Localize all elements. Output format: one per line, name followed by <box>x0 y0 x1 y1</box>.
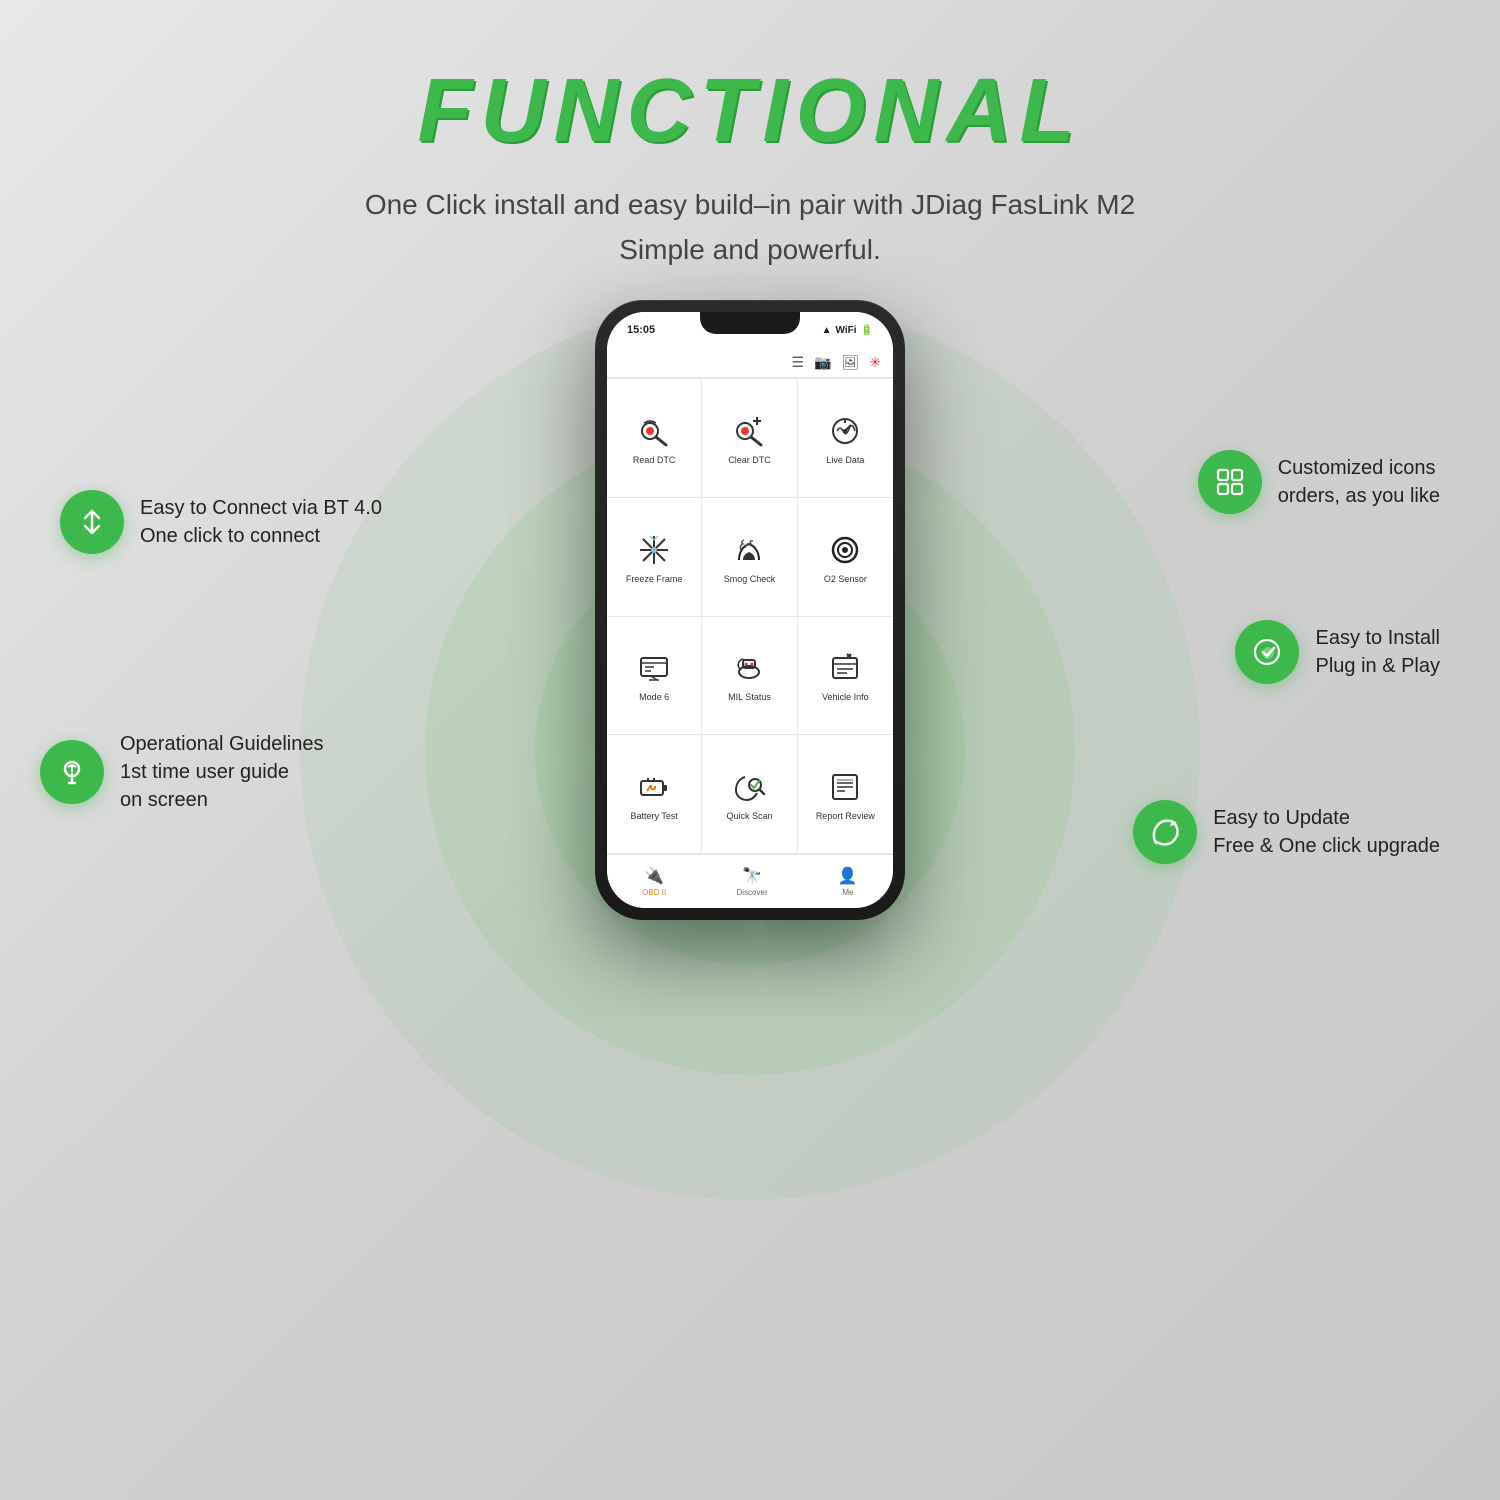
bt-bubble-circle <box>60 490 124 554</box>
guide-bubble-text: Operational Guidelines 1st time user gui… <box>120 730 323 814</box>
install-bubble-text: Easy to Install Plug in & Play <box>1315 624 1440 680</box>
report-review-label: Report Review <box>816 811 875 821</box>
clear-dtc-icon <box>729 411 769 451</box>
o2-sensor-label: O2 Sensor <box>824 574 867 584</box>
read-dtc-label: Read DTC <box>633 455 676 465</box>
mil-status-label: MIL Status <box>728 692 771 702</box>
smog-check-label: Smog Check <box>724 574 776 584</box>
report-review-icon <box>825 767 865 807</box>
feature-customize: Customized icons orders, as you like <box>1198 450 1440 514</box>
battery-test-label: Battery Test <box>630 811 677 821</box>
o2-sensor-icon <box>825 530 865 570</box>
video-icon[interactable]: 📷 <box>814 354 831 371</box>
status-time: 15:05 <box>627 324 655 336</box>
freeze-frame-label: Freeze Frame <box>626 574 683 584</box>
feature-bt: Easy to Connect via BT 4.0 One click to … <box>60 490 382 554</box>
app-cell-mil-status[interactable]: MIL Status <box>702 617 797 736</box>
read-dtc-icon <box>634 411 674 451</box>
live-data-icon <box>825 411 865 451</box>
app-cell-report-review[interactable]: Report Review <box>798 735 893 854</box>
bt-icon[interactable]: ✳ <box>869 354 881 371</box>
guide-bubble-circle <box>40 740 104 804</box>
app-cell-battery-test[interactable]: Battery Test <box>607 735 702 854</box>
nav-me[interactable]: 👤 Me <box>838 866 858 897</box>
nav-obd2[interactable]: 🔌 OBD II <box>642 866 666 897</box>
app-cell-clear-dtc[interactable]: Clear DTC <box>702 379 797 498</box>
app-cell-live-data[interactable]: Live Data <box>798 379 893 498</box>
me-nav-icon: 👤 <box>838 866 858 886</box>
app-cell-quick-scan[interactable]: Quick Scan <box>702 735 797 854</box>
mil-status-icon <box>729 648 769 688</box>
obd2-nav-icon: 🔌 <box>644 866 664 886</box>
customize-bubble-circle <box>1198 450 1262 514</box>
update-bubble-circle <box>1133 800 1197 864</box>
vehicle-info-icon <box>825 648 865 688</box>
install-bubble-circle <box>1235 620 1299 684</box>
feature-install: Easy to Install Plug in & Play <box>1235 620 1440 684</box>
app-cell-read-dtc[interactable]: Read DTC <box>607 379 702 498</box>
page-subtitle: One Click install and easy build–in pair… <box>0 183 1500 273</box>
bt-bubble-text: Easy to Connect via BT 4.0 One click to … <box>140 494 382 550</box>
bottom-nav: 🔌 OBD II 🔭 Discover 👤 Me <box>607 854 893 908</box>
mode6-label: Mode 6 <box>639 692 669 702</box>
app-cell-vehicle-info[interactable]: Vehicle Info <box>798 617 893 736</box>
quick-scan-label: Quick Scan <box>726 811 772 821</box>
smog-check-icon <box>729 530 769 570</box>
menu-icon[interactable]: ☰ <box>791 354 804 371</box>
page-title: FUNCTIONAL <box>0 0 1500 163</box>
freeze-frame-icon <box>634 530 674 570</box>
update-bubble-text: Easy to Update Free & One click upgrade <box>1213 804 1440 860</box>
app-cell-mode6[interactable]: Mode 6 <box>607 617 702 736</box>
status-icons: ▲WiFi🔋 <box>822 325 873 336</box>
live-data-label: Live Data <box>826 455 864 465</box>
app-grid: Read DTC Clear DTC <box>607 378 893 854</box>
customize-bubble-text: Customized icons orders, as you like <box>1278 454 1440 510</box>
app-cell-o2-sensor[interactable]: O2 Sensor <box>798 498 893 617</box>
phone-notch <box>700 312 800 334</box>
image-icon[interactable]: 🖼 <box>841 354 859 371</box>
battery-test-icon <box>634 767 674 807</box>
discover-nav-icon: 🔭 <box>742 866 762 886</box>
mode6-icon <box>634 648 674 688</box>
app-toolbar: ☰ 📷 🖼 ✳ <box>607 348 893 378</box>
clear-dtc-label: Clear DTC <box>728 455 771 465</box>
app-cell-freeze-frame[interactable]: Freeze Frame <box>607 498 702 617</box>
nav-discover[interactable]: 🔭 Discover <box>736 866 767 897</box>
quick-scan-icon <box>729 767 769 807</box>
phone-mockup: 15:05 ▲WiFi🔋 ☰ 📷 🖼 ✳ <box>595 300 905 920</box>
feature-guide: Operational Guidelines 1st time user gui… <box>40 730 323 814</box>
app-cell-smog-check[interactable]: Smog Check <box>702 498 797 617</box>
vehicle-info-label: Vehicle Info <box>822 692 869 702</box>
feature-update: Easy to Update Free & One click upgrade <box>1133 800 1440 864</box>
